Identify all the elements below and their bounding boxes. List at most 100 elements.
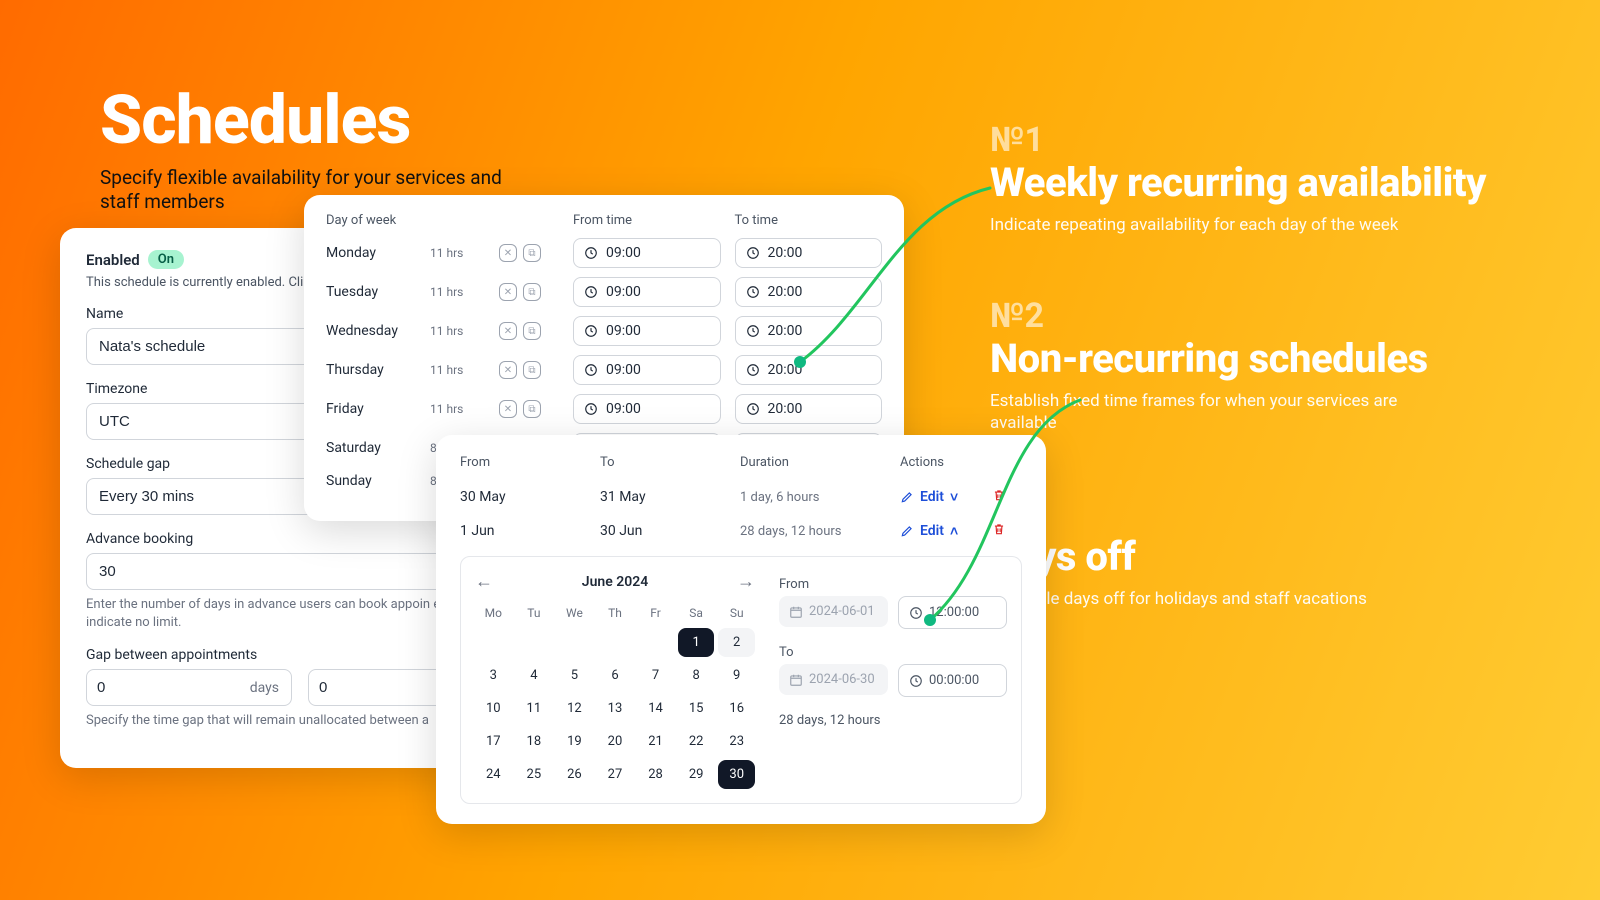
weekly-hours: 11 hrs (430, 246, 485, 260)
weekly-day: Tuesday (326, 284, 416, 300)
calendar-day[interactable]: 3 (475, 661, 512, 690)
from-time-input[interactable]: 09:00 (573, 277, 721, 307)
nr-from: 30 May (460, 489, 600, 505)
weekly-row: Wednesday11 hrs✕⧉09:0020:00 (326, 316, 882, 346)
nr-from: 1 Jun (460, 523, 600, 539)
calendar-day[interactable]: 16 (718, 694, 755, 723)
delete-button[interactable] (992, 488, 1022, 506)
weekly-row: Friday11 hrs✕⧉09:0020:00 (326, 394, 882, 424)
weekly-row: Monday11 hrs✕⧉09:0020:00 (326, 238, 882, 268)
edit-button[interactable]: Edit ˅ (900, 489, 992, 506)
from-time-input[interactable]: 09:00 (573, 355, 721, 385)
calendar-day[interactable]: 6 (597, 661, 634, 690)
nonrec-row: 1 Jun30 Jun28 days, 12 hours Edit ˄ (460, 522, 1022, 540)
calendar-icon (789, 673, 803, 687)
calendar-day[interactable]: 20 (597, 727, 634, 756)
calendar-day[interactable]: 30 (718, 760, 755, 789)
calendar-dow: Mo (475, 602, 512, 624)
from-time-input[interactable]: 09:00 (573, 316, 721, 346)
chevron-icon: ˅ (950, 489, 958, 506)
cal-from-label: From (779, 577, 888, 592)
pencil-icon (900, 490, 914, 504)
calendar-day[interactable]: 22 (678, 727, 715, 756)
delete-button[interactable] (992, 522, 1022, 540)
calendar-day[interactable]: 25 (516, 760, 553, 789)
calendar-day[interactable]: 13 (597, 694, 634, 723)
gap-days-unit: days (250, 680, 291, 696)
clear-icon[interactable]: ✕ (499, 244, 517, 262)
copy-icon[interactable]: ⧉ (523, 400, 541, 418)
feature-num-2: №2 (990, 296, 1486, 336)
from-time-input[interactable]: 09:00 (573, 394, 721, 424)
trash-icon (992, 488, 1006, 502)
clock-icon (746, 324, 760, 338)
calendar-day[interactable]: 19 (556, 727, 593, 756)
clear-icon[interactable]: ✕ (499, 400, 517, 418)
calendar-day[interactable]: 9 (718, 661, 755, 690)
calendar-prev-icon[interactable]: ← (475, 571, 493, 592)
nonrec-row: 30 May31 May1 day, 6 hours Edit ˅ (460, 488, 1022, 506)
clock-icon (746, 246, 760, 260)
nr-to: 30 Jun (600, 523, 740, 539)
col-to: To time (735, 213, 883, 228)
calendar-day[interactable]: 15 (678, 694, 715, 723)
calendar-day[interactable]: 21 (637, 727, 674, 756)
clock-icon (584, 246, 598, 260)
enabled-badge[interactable]: On (148, 250, 184, 269)
to-time-input[interactable]: 20:00 (735, 355, 883, 385)
feature-title-3: Days off (990, 536, 1486, 578)
calendar-day[interactable]: 1 (678, 628, 715, 657)
calendar-day[interactable]: 8 (678, 661, 715, 690)
weekly-hours: 11 hrs (430, 402, 485, 416)
calendar-day[interactable]: 28 (637, 760, 674, 789)
calendar-title: June 2024 (582, 574, 648, 590)
weekly-row: Tuesday11 hrs✕⧉09:0020:00 (326, 277, 882, 307)
clock-icon (909, 606, 923, 620)
calendar-day[interactable]: 29 (678, 760, 715, 789)
to-time-input[interactable]: 20:00 (735, 238, 883, 268)
calendar-day[interactable]: 12 (556, 694, 593, 723)
calendar-day[interactable]: 5 (556, 661, 593, 690)
cal-from-date: 2024-06-01 (779, 596, 888, 627)
to-time-input[interactable]: 20:00 (735, 316, 883, 346)
copy-icon[interactable]: ⧉ (523, 322, 541, 340)
nonrec-card: From To Duration Actions 30 May31 May1 d… (436, 435, 1046, 824)
calendar-day[interactable]: 10 (475, 694, 512, 723)
gap-hours-field[interactable] (309, 670, 369, 705)
calendar-day[interactable]: 23 (718, 727, 755, 756)
feature-desc-3: Schedule days off for holidays and staff… (990, 588, 1450, 610)
from-time-input[interactable]: 09:00 (573, 238, 721, 268)
copy-icon[interactable]: ⧉ (523, 361, 541, 379)
edit-button[interactable]: Edit ˄ (900, 523, 992, 540)
weekly-hours: 11 hrs (430, 363, 485, 377)
weekly-day: Saturday (326, 440, 416, 456)
clear-icon[interactable]: ✕ (499, 361, 517, 379)
calendar-dow: We (556, 602, 593, 624)
to-time-input[interactable]: 20:00 (735, 277, 883, 307)
calendar-day[interactable]: 18 (516, 727, 553, 756)
gap-days-field[interactable] (87, 670, 147, 705)
calendar-day[interactable]: 14 (637, 694, 674, 723)
to-time-input[interactable]: 20:00 (735, 394, 883, 424)
calendar-day[interactable]: 24 (475, 760, 512, 789)
calendar-day[interactable]: 7 (637, 661, 674, 690)
calendar-day[interactable]: 26 (556, 760, 593, 789)
calendar-day[interactable]: 4 (516, 661, 553, 690)
weekly-day: Thursday (326, 362, 416, 378)
clock-icon (584, 363, 598, 377)
enabled-label: Enabled (86, 251, 140, 269)
copy-icon[interactable]: ⧉ (523, 244, 541, 262)
calendar-next-icon[interactable]: → (737, 571, 755, 592)
calendar-day[interactable]: 27 (597, 760, 634, 789)
calendar-day[interactable]: 17 (475, 727, 512, 756)
calendar-dow: Th (597, 602, 634, 624)
cal-to-time[interactable]: 00:00:00 (898, 664, 1007, 697)
calendar-day[interactable]: 2 (718, 628, 755, 657)
clock-icon (909, 674, 923, 688)
clear-icon[interactable]: ✕ (499, 283, 517, 301)
cal-from-time[interactable]: 12:00:00 (898, 596, 1007, 629)
clear-icon[interactable]: ✕ (499, 322, 517, 340)
calendar-day[interactable]: 11 (516, 694, 553, 723)
copy-icon[interactable]: ⧉ (523, 283, 541, 301)
feature-num-3: №3 (990, 494, 1486, 534)
